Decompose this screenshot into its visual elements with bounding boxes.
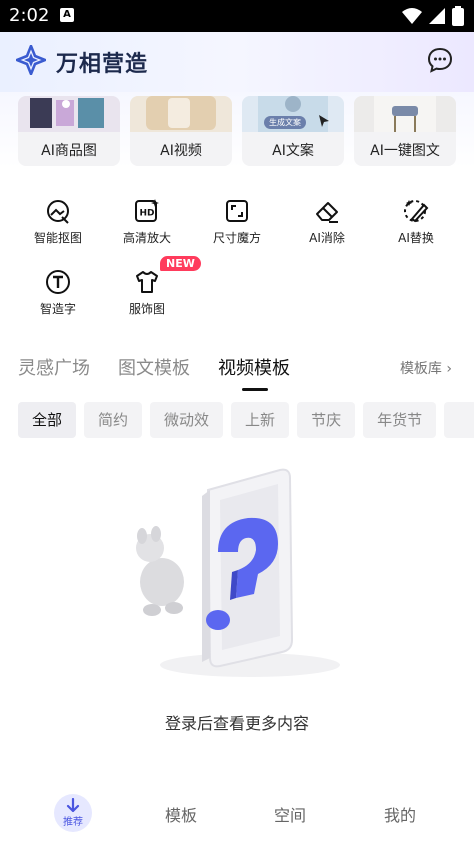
card-thumbnail-image <box>130 96 232 132</box>
tab-inspiration[interactable]: 灵感广场 <box>18 354 90 380</box>
chip-micro-motion[interactable]: 微动效 <box>150 402 224 438</box>
template-library-link[interactable]: 模板库 › <box>400 358 452 378</box>
card-ai-copywriting[interactable]: 生成文案 AI文案 <box>242 96 344 166</box>
chat-bubble-icon[interactable] <box>426 46 454 74</box>
content-tabs: 灵感广场 图文模板 视频模板 模板库 › <box>0 352 474 392</box>
tshirt-icon <box>136 271 158 293</box>
tab-video-templates[interactable]: 视频模板 <box>218 354 290 380</box>
svg-text:HD: HD <box>140 209 155 219</box>
card-ai-one-click-post[interactable]: AI一键图文 <box>354 96 456 166</box>
card-thumbnail-image <box>18 96 120 132</box>
signal-icon <box>429 8 445 24</box>
tab-image-templates[interactable]: 图文模板 <box>118 354 190 380</box>
chip-simple[interactable]: 简约 <box>84 402 143 438</box>
text-t-icon <box>46 270 70 294</box>
chip-new[interactable]: 上新 <box>231 402 290 438</box>
wifi-icon <box>402 8 422 24</box>
tool-hd-upscale[interactable]: HD 高清放大 <box>102 197 192 246</box>
tool-label: AI消除 <box>309 231 345 245</box>
hd-upscale-icon: HD <box>135 199 159 222</box>
tool-label: 高清放大 <box>122 231 171 245</box>
card-label: AI视频 <box>160 143 202 159</box>
nav-mine[interactable]: 我的 <box>384 802 416 826</box>
notification-icon: A <box>60 8 74 22</box>
empty-state-illustration <box>136 468 340 677</box>
tool-apparel-image[interactable]: 服饰图 <box>102 268 192 317</box>
status-time: 2:02 <box>9 5 50 26</box>
status-icons <box>402 6 464 26</box>
tool-ai-replace[interactable]: AI替换 <box>371 197 461 246</box>
filter-chips: 全部 简约 微动效 上新 节庆 年货节 <box>18 402 474 440</box>
card-label: AI文案 <box>272 143 314 159</box>
brand-logo-icon <box>16 45 46 75</box>
replace-brush-icon <box>404 200 429 223</box>
new-badge: NEW <box>160 256 201 271</box>
nav-label: 推荐 <box>63 817 83 828</box>
battery-icon <box>452 6 464 26</box>
eraser-icon <box>316 202 338 223</box>
app-title: 万相营造 <box>56 52 149 77</box>
empty-state-message: 登录后查看更多内容 <box>164 714 309 733</box>
tool-label: 服饰图 <box>128 302 165 316</box>
tool-size-cube[interactable]: 尺寸魔方 <box>192 197 282 246</box>
tool-label: AI替换 <box>398 231 434 245</box>
tool-label: 尺寸魔方 <box>212 231 261 245</box>
chip-festival[interactable]: 节庆 <box>297 402 356 438</box>
card-label: AI一键图文 <box>370 143 440 159</box>
tool-label: 智能抠图 <box>33 231 82 245</box>
card-ai-product-image[interactable]: AI商品图 <box>18 96 120 166</box>
status-bar: 2:02 A <box>0 0 474 32</box>
nav-recommend[interactable]: 推荐 <box>54 794 92 832</box>
resize-icon <box>226 200 248 222</box>
tool-smart-lettering[interactable]: 智造字 <box>13 268 103 317</box>
cutout-icon <box>47 200 69 224</box>
nav-templates[interactable]: 模板 <box>165 802 197 826</box>
chip-new-year-goods[interactable]: 年货节 <box>363 402 437 438</box>
card-ai-video[interactable]: AI视频 <box>130 96 232 166</box>
feature-cards-row: AI商品图 AI视频 生成文案 AI文案 AI一键图文 <box>0 92 474 168</box>
cursor-arrow-icon <box>319 115 329 127</box>
download-arrow-icon <box>66 798 80 813</box>
tool-ai-erase[interactable]: AI消除 <box>282 197 372 246</box>
active-tab-indicator <box>242 388 268 391</box>
card-thumbnail-image <box>354 96 456 132</box>
generate-copy-badge: 生成文案 <box>264 116 306 129</box>
chip-partial[interactable] <box>444 402 474 438</box>
nav-space[interactable]: 空间 <box>274 802 306 826</box>
tool-label: 智造字 <box>39 302 76 316</box>
chip-all[interactable]: 全部 <box>18 402 77 438</box>
card-label: AI商品图 <box>41 143 97 159</box>
tool-smart-cutout[interactable]: 智能抠图 <box>13 197 103 246</box>
app-header: 万相营造 <box>0 32 474 92</box>
bottom-nav: 推荐 模板 空间 我的 <box>0 784 474 844</box>
